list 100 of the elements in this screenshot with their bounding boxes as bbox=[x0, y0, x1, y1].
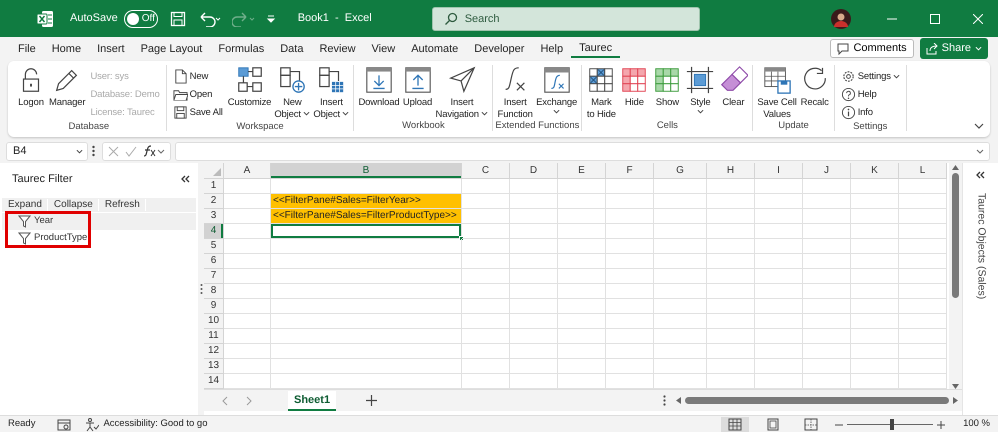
grid-cell[interactable] bbox=[851, 344, 899, 359]
grid-cell[interactable] bbox=[224, 254, 271, 269]
grid-cell[interactable] bbox=[606, 344, 654, 359]
sheet-tab[interactable]: Sheet1 bbox=[288, 390, 336, 410]
grid-cell[interactable] bbox=[755, 359, 803, 374]
grid-cell[interactable] bbox=[899, 359, 947, 374]
grid-cell[interactable] bbox=[707, 269, 755, 284]
ribbon-button[interactable]: Settings bbox=[840, 67, 901, 85]
ribbon-button[interactable]: Mark to Hide bbox=[585, 65, 618, 120]
ribbon-button[interactable]: Show bbox=[651, 65, 684, 120]
horizontal-scrollbar[interactable] bbox=[676, 394, 958, 406]
formula-field[interactable] bbox=[175, 142, 990, 160]
undo-icon[interactable] bbox=[198, 10, 222, 26]
grid-cell[interactable] bbox=[558, 344, 606, 359]
grid-cell[interactable] bbox=[707, 359, 755, 374]
grid-cell[interactable] bbox=[462, 269, 510, 284]
grid-cell[interactable] bbox=[851, 269, 899, 284]
grid-cell[interactable] bbox=[654, 269, 707, 284]
grid-cell[interactable] bbox=[224, 179, 271, 194]
grid-cell[interactable] bbox=[654, 179, 707, 194]
ribbon-button[interactable]: Hide bbox=[618, 65, 650, 120]
toolbar-button[interactable]: Refresh bbox=[98, 198, 146, 210]
sheet-cell[interactable]: <<FilterPane#Sales=FilterYear>> bbox=[271, 194, 462, 209]
column-header[interactable]: F bbox=[606, 163, 654, 179]
ribbon-button[interactable]: Recalc bbox=[798, 65, 831, 120]
row-header[interactable]: 4 bbox=[204, 224, 224, 239]
accessibility-icon[interactable] bbox=[85, 418, 100, 432]
grid-cell[interactable] bbox=[510, 359, 558, 374]
row-header[interactable]: 1 bbox=[204, 179, 224, 194]
grid-cell[interactable] bbox=[224, 224, 271, 239]
scroll-left-icon[interactable] bbox=[676, 397, 681, 404]
row-header[interactable]: 6 bbox=[204, 254, 224, 269]
grid-cell[interactable] bbox=[606, 299, 654, 314]
grid-cell[interactable] bbox=[510, 329, 558, 344]
macro-recording-icon[interactable] bbox=[57, 418, 72, 430]
grid-cell[interactable] bbox=[558, 329, 606, 344]
grid-cell[interactable] bbox=[755, 344, 803, 359]
grid-cell[interactable] bbox=[755, 179, 803, 194]
grid-cell[interactable] bbox=[462, 179, 510, 194]
grid-cell[interactable] bbox=[803, 239, 851, 254]
grid-cell[interactable] bbox=[654, 359, 707, 374]
more-options-icon[interactable] bbox=[92, 145, 95, 157]
grid-cell[interactable] bbox=[899, 269, 947, 284]
share-button[interactable]: Share bbox=[920, 38, 988, 59]
grid-cell[interactable] bbox=[558, 284, 606, 299]
grid-cell[interactable] bbox=[707, 344, 755, 359]
grid-cell[interactable] bbox=[606, 254, 654, 269]
grid-cell[interactable] bbox=[654, 239, 707, 254]
ribbon-button[interactable]: Upload bbox=[402, 65, 434, 120]
grid-cell[interactable] bbox=[462, 329, 510, 344]
grid-cell[interactable] bbox=[558, 254, 606, 269]
grid-cell[interactable] bbox=[462, 209, 510, 224]
column-header[interactable]: B bbox=[271, 163, 462, 179]
grid-cell[interactable] bbox=[899, 179, 947, 194]
view-button[interactable] bbox=[721, 416, 750, 432]
ribbon-button[interactable]: Exchange bbox=[535, 65, 578, 120]
menu-tab[interactable]: Review bbox=[311, 40, 364, 58]
row-header[interactable]: 11 bbox=[204, 329, 224, 344]
grid-cell[interactable] bbox=[224, 284, 271, 299]
grid-cell[interactable] bbox=[224, 329, 271, 344]
grid-cell[interactable] bbox=[899, 209, 947, 224]
grid-cell[interactable] bbox=[558, 359, 606, 374]
grid-cell[interactable] bbox=[510, 299, 558, 314]
scroll-right-icon[interactable] bbox=[953, 397, 958, 404]
column-header[interactable]: H bbox=[707, 163, 755, 179]
column-header[interactable]: A bbox=[224, 163, 271, 179]
menu-tab[interactable]: Developer bbox=[466, 40, 532, 58]
grid-cell[interactable] bbox=[755, 254, 803, 269]
collapse-pane-icon[interactable] bbox=[976, 171, 985, 179]
avatar[interactable] bbox=[831, 8, 851, 28]
menu-tab[interactable]: Automate bbox=[403, 40, 466, 58]
toolbar-button[interactable]: Expand bbox=[2, 198, 48, 210]
search-field[interactable]: Search bbox=[432, 6, 700, 30]
ribbon-button[interactable]: Style bbox=[684, 65, 716, 120]
grid-cell[interactable] bbox=[803, 254, 851, 269]
row-header[interactable]: 3 bbox=[204, 209, 224, 224]
grid-cell[interactable] bbox=[558, 314, 606, 329]
grid-cell[interactable] bbox=[558, 209, 606, 224]
grid-cell[interactable] bbox=[224, 299, 271, 314]
grid-cell[interactable] bbox=[606, 209, 654, 224]
ribbon-button[interactable]: Insert Object bbox=[312, 65, 350, 121]
grid-cell[interactable] bbox=[654, 194, 707, 209]
row-header[interactable]: 13 bbox=[204, 359, 224, 374]
ribbon-button[interactable]: Save All bbox=[172, 103, 224, 121]
ribbon-button[interactable]: Clear bbox=[717, 65, 750, 120]
grid-cell[interactable] bbox=[271, 254, 462, 269]
grid-cell[interactable] bbox=[851, 239, 899, 254]
grid-cell[interactable] bbox=[510, 269, 558, 284]
grid-cell[interactable] bbox=[606, 314, 654, 329]
grid-cell[interactable] bbox=[558, 179, 606, 194]
grid-cell[interactable] bbox=[707, 239, 755, 254]
grid-cell[interactable] bbox=[707, 179, 755, 194]
grid-cell[interactable] bbox=[755, 284, 803, 299]
ribbon-button[interactable]: Insert Navigation bbox=[434, 65, 490, 120]
grid-cell[interactable] bbox=[271, 329, 462, 344]
menu-tab[interactable]: File bbox=[10, 40, 44, 58]
ribbon-button[interactable]: Insert Function bbox=[496, 65, 534, 120]
grid-cell[interactable] bbox=[224, 239, 271, 254]
grid-cell[interactable] bbox=[462, 254, 510, 269]
grid-cell[interactable] bbox=[462, 194, 510, 209]
